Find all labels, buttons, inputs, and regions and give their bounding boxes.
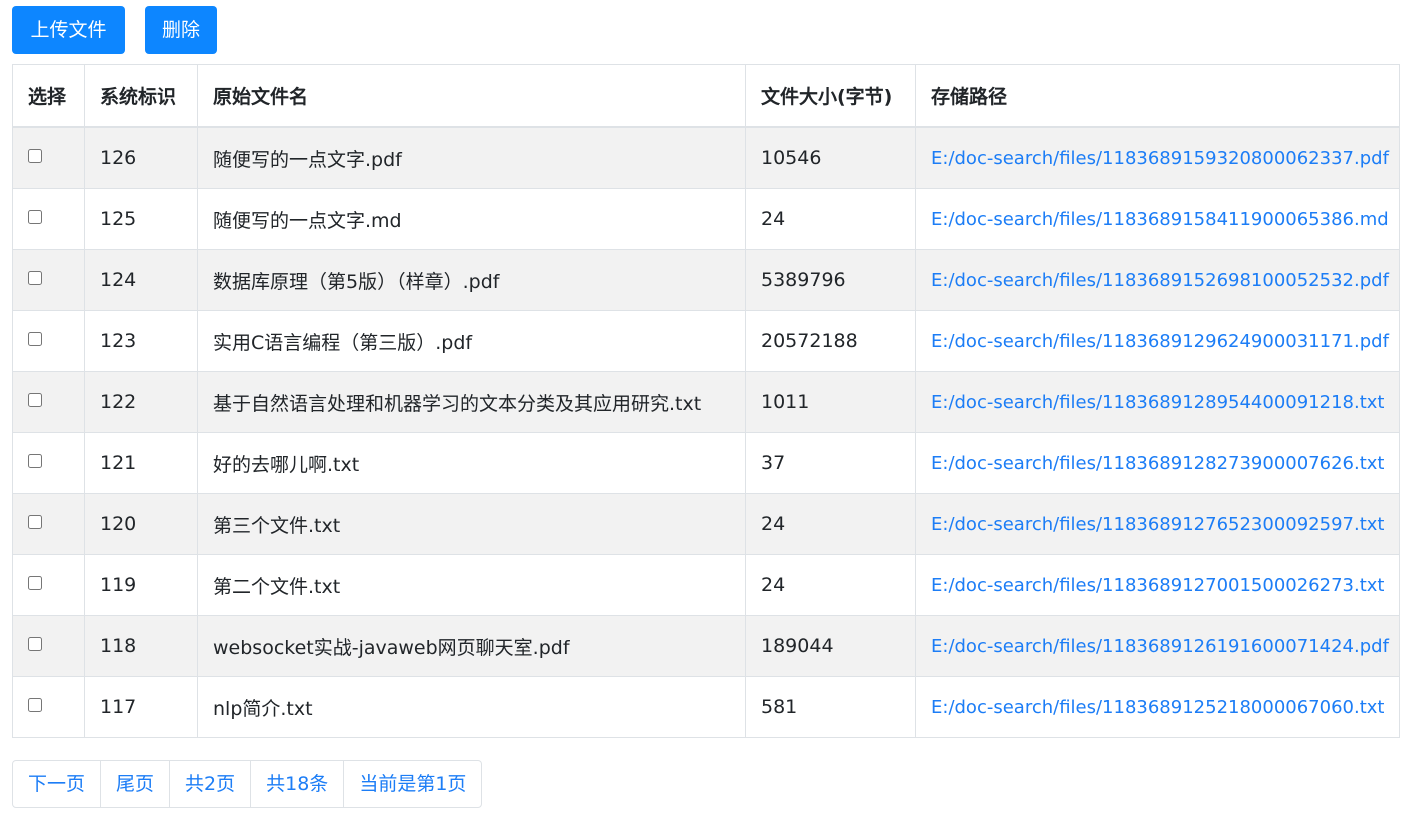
filename-cell: 随便写的一点文字.pdf — [197, 126, 746, 189]
total-pages-label[interactable]: 共2页 — [169, 761, 250, 807]
select-cell — [12, 310, 85, 372]
row-select-checkbox[interactable] — [28, 149, 42, 163]
row-select-checkbox[interactable] — [28, 637, 42, 651]
storage-path-cell: E:/doc-search/files/11836891282739000076… — [915, 432, 1400, 494]
select-cell — [12, 188, 85, 250]
select-cell — [12, 432, 85, 494]
storage-path-cell: E:/doc-search/files/11836891270015000262… — [915, 554, 1400, 616]
filename-cell: websocket实战-javaweb网页聊天室.pdf — [197, 615, 746, 677]
storage-path-link[interactable]: E:/doc-search/files/11836891252180000670… — [931, 697, 1384, 718]
filename-cell: nlp简介.txt — [197, 676, 746, 738]
header-original-filename: 原始文件名 — [197, 64, 746, 128]
file-size-cell: 189044 — [745, 615, 916, 677]
storage-path-cell: E:/doc-search/files/11836891252180000670… — [915, 676, 1400, 738]
row-select-checkbox[interactable] — [28, 210, 42, 224]
system-id-cell: 122 — [84, 371, 198, 433]
pagination: 下一页 尾页 共2页 共18条 当前是第1页 — [12, 760, 483, 808]
storage-path-link[interactable]: E:/doc-search/files/11836891261916000714… — [931, 636, 1389, 657]
file-size-cell: 1011 — [745, 371, 916, 433]
table-row: 117 nlp简介.txt 581 E:/doc-search/files/11… — [12, 676, 1400, 738]
select-cell — [12, 126, 85, 189]
file-size-cell: 37 — [745, 432, 916, 494]
filename-cell: 数据库原理（第5版）（样章）.pdf — [197, 249, 746, 311]
current-page-label[interactable]: 当前是第1页 — [343, 761, 481, 807]
table-row: 122 基于自然语言处理和机器学习的文本分类及其应用研究.txt 1011 E:… — [12, 371, 1400, 433]
system-id-cell: 125 — [84, 188, 198, 250]
table-row: 125 随便写的一点文字.md 24 E:/doc-search/files/1… — [12, 188, 1400, 250]
storage-path-link[interactable]: E:/doc-search/files/11836891282739000076… — [931, 453, 1384, 474]
row-select-checkbox[interactable] — [28, 393, 42, 407]
storage-path-cell: E:/doc-search/files/11836891296249000311… — [915, 310, 1400, 372]
table-row: 121 好的去哪儿啊.txt 37 E:/doc-search/files/11… — [12, 432, 1400, 494]
filename-cell: 第三个文件.txt — [197, 493, 746, 555]
system-id-cell: 126 — [84, 126, 198, 189]
select-cell — [12, 554, 85, 616]
table-body: 126 随便写的一点文字.pdf 10546 E:/doc-search/fil… — [12, 126, 1400, 738]
select-cell — [12, 615, 85, 677]
storage-path-cell: E:/doc-search/files/11836891584119000653… — [915, 188, 1400, 250]
system-id-cell: 124 — [84, 249, 198, 311]
row-select-checkbox[interactable] — [28, 515, 42, 529]
storage-path-cell: E:/doc-search/files/11836891276523000925… — [915, 493, 1400, 555]
row-select-checkbox[interactable] — [28, 271, 42, 285]
header-storage-path: 存储路径 — [915, 64, 1400, 128]
row-select-checkbox[interactable] — [28, 698, 42, 712]
table-row: 123 实用C语言编程（第三版）.pdf 20572188 E:/doc-sea… — [12, 310, 1400, 372]
system-id-cell: 118 — [84, 615, 198, 677]
system-id-cell: 119 — [84, 554, 198, 616]
filename-cell: 随便写的一点文字.md — [197, 188, 746, 250]
header-select: 选择 — [12, 64, 85, 128]
storage-path-link[interactable]: E:/doc-search/files/11836891526981000525… — [931, 270, 1389, 291]
select-cell — [12, 493, 85, 555]
file-size-cell: 10546 — [745, 126, 916, 189]
files-table: 选择 系统标识 原始文件名 文件大小(字节) 存储路径 126 随便写的一点文字… — [12, 64, 1400, 738]
file-size-cell: 24 — [745, 188, 916, 250]
storage-path-cell: E:/doc-search/files/11836891261916000714… — [915, 615, 1400, 677]
system-id-cell: 120 — [84, 493, 198, 555]
system-id-cell: 123 — [84, 310, 198, 372]
header-system-id: 系统标识 — [84, 64, 198, 128]
last-page-link[interactable]: 尾页 — [100, 761, 169, 807]
table-row: 120 第三个文件.txt 24 E:/doc-search/files/118… — [12, 493, 1400, 555]
storage-path-link[interactable]: E:/doc-search/files/11836891593208000623… — [931, 148, 1389, 169]
filename-cell: 第二个文件.txt — [197, 554, 746, 616]
storage-path-cell: E:/doc-search/files/11836891593208000623… — [915, 126, 1400, 189]
storage-path-link[interactable]: E:/doc-search/files/11836891296249000311… — [931, 331, 1389, 352]
file-size-cell: 581 — [745, 676, 916, 738]
table-header-row: 选择 系统标识 原始文件名 文件大小(字节) 存储路径 — [12, 64, 1400, 128]
upload-file-button[interactable]: 上传文件 — [12, 6, 125, 54]
file-size-cell: 24 — [745, 554, 916, 616]
header-file-size: 文件大小(字节) — [745, 64, 916, 128]
row-select-checkbox[interactable] — [28, 332, 42, 346]
total-items-label[interactable]: 共18条 — [250, 761, 343, 807]
select-cell — [12, 371, 85, 433]
system-id-cell: 117 — [84, 676, 198, 738]
storage-path-cell: E:/doc-search/files/11836891526981000525… — [915, 249, 1400, 311]
storage-path-link[interactable]: E:/doc-search/files/11836891276523000925… — [931, 514, 1384, 535]
filename-cell: 实用C语言编程（第三版）.pdf — [197, 310, 746, 372]
next-page-link[interactable]: 下一页 — [13, 761, 100, 807]
table-row: 118 websocket实战-javaweb网页聊天室.pdf 189044 … — [12, 615, 1400, 677]
storage-path-link[interactable]: E:/doc-search/files/11836891270015000262… — [931, 575, 1384, 596]
delete-button[interactable]: 删除 — [145, 6, 217, 54]
file-size-cell: 20572188 — [745, 310, 916, 372]
table-row: 119 第二个文件.txt 24 E:/doc-search/files/118… — [12, 554, 1400, 616]
file-size-cell: 5389796 — [745, 249, 916, 311]
row-select-checkbox[interactable] — [28, 576, 42, 590]
storage-path-cell: E:/doc-search/files/11836891289544000912… — [915, 371, 1400, 433]
table-row: 126 随便写的一点文字.pdf 10546 E:/doc-search/fil… — [12, 126, 1400, 189]
table-row: 124 数据库原理（第5版）（样章）.pdf 5389796 E:/doc-se… — [12, 249, 1400, 311]
row-select-checkbox[interactable] — [28, 454, 42, 468]
system-id-cell: 121 — [84, 432, 198, 494]
storage-path-link[interactable]: E:/doc-search/files/11836891289544000912… — [931, 392, 1384, 413]
storage-path-link[interactable]: E:/doc-search/files/11836891584119000653… — [931, 209, 1389, 230]
select-cell — [12, 249, 85, 311]
file-size-cell: 24 — [745, 493, 916, 555]
select-cell — [12, 676, 85, 738]
filename-cell: 基于自然语言处理和机器学习的文本分类及其应用研究.txt — [197, 371, 746, 433]
filename-cell: 好的去哪儿啊.txt — [197, 432, 746, 494]
